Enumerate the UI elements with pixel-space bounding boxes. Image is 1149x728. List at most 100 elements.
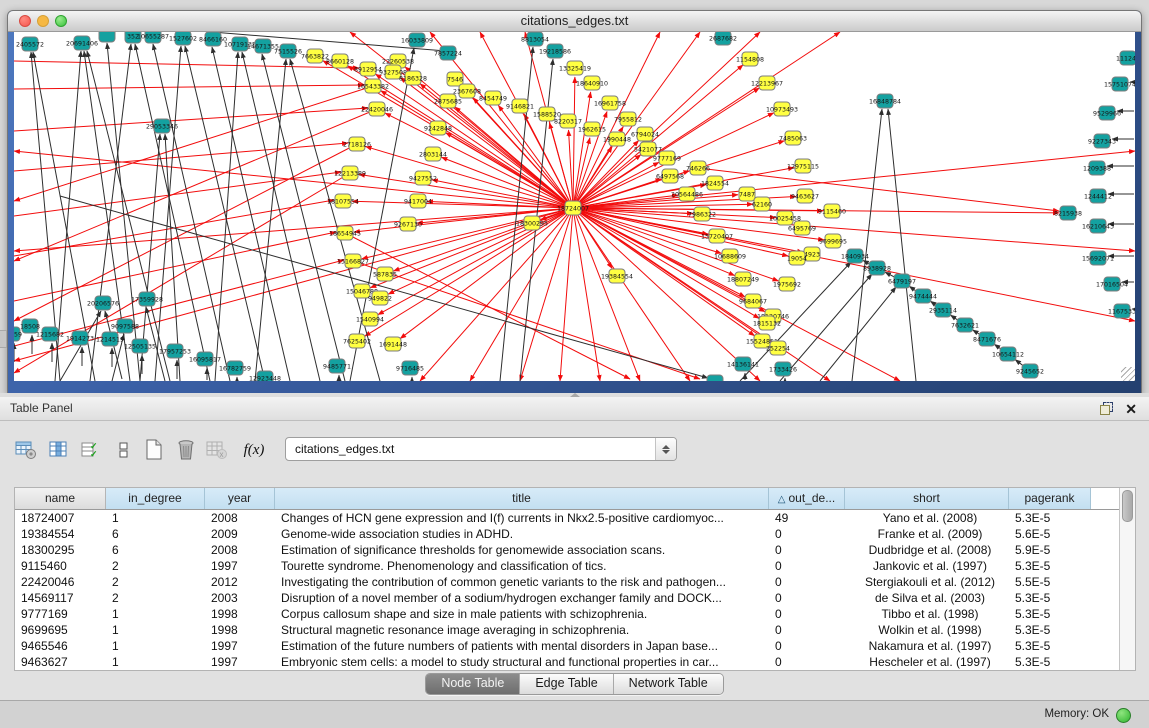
minimize-window-button[interactable] bbox=[37, 15, 49, 27]
dropdown-stepper-icon[interactable] bbox=[655, 438, 676, 460]
table-cell[interactable]: 5.9E-5 bbox=[1009, 542, 1091, 558]
table-cell[interactable]: 9699695 bbox=[15, 622, 106, 638]
table-cell[interactable]: 18300295 bbox=[15, 542, 106, 558]
table-cell[interactable]: 0 bbox=[769, 606, 845, 622]
table-cell[interactable]: 0 bbox=[769, 558, 845, 574]
zoom-window-button[interactable] bbox=[55, 15, 67, 27]
trash-icon[interactable] bbox=[172, 435, 200, 465]
table-dropdown[interactable]: citations_edges.txt bbox=[285, 437, 677, 461]
table-cell[interactable]: 1997 bbox=[205, 654, 275, 670]
table-cell[interactable]: Structural magnetic resonance image aver… bbox=[275, 622, 769, 638]
table-cell[interactable]: 0 bbox=[769, 638, 845, 654]
table-columns-icon[interactable] bbox=[45, 435, 73, 465]
table-cell[interactable]: 1997 bbox=[205, 638, 275, 654]
table-cell[interactable]: 9777169 bbox=[15, 606, 106, 622]
table-settings-icon[interactable] bbox=[12, 435, 40, 465]
graph-node[interactable] bbox=[707, 375, 723, 381]
memory-ok-icon[interactable] bbox=[1116, 708, 1131, 723]
table-row[interactable]: 946554611997Estimation of the future num… bbox=[15, 638, 1135, 654]
scrollbar-thumb[interactable] bbox=[1122, 490, 1133, 522]
table-cell[interactable]: Stergiakouli et al. (2012) bbox=[845, 574, 1009, 590]
table-cell[interactable]: 1997 bbox=[205, 558, 275, 574]
table-cell[interactable]: Disruption of a novel member of a sodium… bbox=[275, 590, 769, 606]
table-select-icon[interactable]: ✓✓ bbox=[77, 435, 105, 465]
table-cell[interactable]: Tourette syndrome. Phenomenology and cla… bbox=[275, 558, 769, 574]
table-cell[interactable]: 9463627 bbox=[15, 654, 106, 670]
table-cell[interactable]: 5.3E-5 bbox=[1009, 606, 1091, 622]
table-cell[interactable]: 5.3E-5 bbox=[1009, 638, 1091, 654]
table-cell[interactable]: 2008 bbox=[205, 542, 275, 558]
new-table-icon[interactable] bbox=[140, 435, 168, 465]
table-cell[interactable]: 2 bbox=[106, 558, 205, 574]
column-header-short[interactable]: short bbox=[845, 488, 1009, 509]
table-cell[interactable]: 0 bbox=[769, 622, 845, 638]
table-cell[interactable]: Investigating the contribution of common… bbox=[275, 574, 769, 590]
table-cell[interactable]: 18724007 bbox=[15, 510, 106, 526]
table-cell[interactable]: 1 bbox=[106, 654, 205, 670]
table-cell[interactable]: 1 bbox=[106, 606, 205, 622]
table-cell[interactable]: 5.3E-5 bbox=[1009, 510, 1091, 526]
table-cell[interactable]: Embryonic stem cells: a model to study s… bbox=[275, 654, 769, 670]
table-cell[interactable]: Jankovic et al. (1997) bbox=[845, 558, 1009, 574]
table-cell[interactable]: 49 bbox=[769, 510, 845, 526]
table-row[interactable]: 1456911722003Disruption of a novel membe… bbox=[15, 590, 1135, 606]
table-cell[interactable]: 1998 bbox=[205, 606, 275, 622]
table-row[interactable]: 911546021997Tourette syndrome. Phenomeno… bbox=[15, 558, 1135, 574]
table-cell[interactable]: 0 bbox=[769, 542, 845, 558]
column-header-in_degree[interactable]: in_degree bbox=[106, 488, 205, 509]
table-cell[interactable]: 0 bbox=[769, 654, 845, 670]
column-header-name[interactable]: name bbox=[15, 488, 106, 509]
table-cell[interactable]: Wolkin et al. (1998) bbox=[845, 622, 1009, 638]
tab-edge-table[interactable]: Edge Table bbox=[519, 674, 612, 694]
close-panel-icon[interactable]: ✕ bbox=[1125, 402, 1137, 416]
column-header-pagerank[interactable]: pagerank bbox=[1009, 488, 1091, 509]
table-cell[interactable]: 0 bbox=[769, 590, 845, 606]
table-rows-icon[interactable] bbox=[110, 435, 138, 465]
table-cell[interactable]: 1998 bbox=[205, 622, 275, 638]
vertical-scrollbar[interactable] bbox=[1119, 488, 1135, 670]
table-row[interactable]: 969969511998Structural magnetic resonanc… bbox=[15, 622, 1135, 638]
table-cell[interactable]: 6 bbox=[106, 542, 205, 558]
table-cell[interactable]: Yano et al. (2008) bbox=[845, 510, 1009, 526]
column-header-year[interactable]: year bbox=[205, 488, 275, 509]
table-cell[interactable]: 2012 bbox=[205, 574, 275, 590]
table-cell[interactable]: Dudbridge et al. (2008) bbox=[845, 542, 1009, 558]
table-cell[interactable]: Corpus callosum shape and size in male p… bbox=[275, 606, 769, 622]
table-cell[interactable]: 5.3E-5 bbox=[1009, 622, 1091, 638]
table-cell[interactable]: 1 bbox=[106, 622, 205, 638]
table-cell[interactable]: 2008 bbox=[205, 510, 275, 526]
table-row[interactable]: 1830029562008Estimation of significance … bbox=[15, 542, 1135, 558]
table-cell[interactable]: Hescheler et al. (1997) bbox=[845, 654, 1009, 670]
table-cell[interactable]: Changes of HCN gene expression and I(f) … bbox=[275, 510, 769, 526]
table-cell[interactable]: 2003 bbox=[205, 590, 275, 606]
table-cell[interactable]: 2 bbox=[106, 574, 205, 590]
table-cell[interactable]: 14569117 bbox=[15, 590, 106, 606]
table-row[interactable]: 2242004622012Investigating the contribut… bbox=[15, 574, 1135, 590]
table-row[interactable]: 977716911998Corpus callosum shape and si… bbox=[15, 606, 1135, 622]
table-cell[interactable]: 0 bbox=[769, 574, 845, 590]
table-cell[interactable]: 2009 bbox=[205, 526, 275, 542]
table-cell[interactable]: 22420046 bbox=[15, 574, 106, 590]
table-cell[interactable]: 5.3E-5 bbox=[1009, 590, 1091, 606]
table-cell[interactable]: Estimation of the future numbers of pati… bbox=[275, 638, 769, 654]
table-cell[interactable]: 9465546 bbox=[15, 638, 106, 654]
table-cell[interactable]: Tibbo et al. (1998) bbox=[845, 606, 1009, 622]
table-cell[interactable]: 5.5E-5 bbox=[1009, 574, 1091, 590]
table-cell[interactable]: 1 bbox=[106, 638, 205, 654]
table-cell[interactable]: 2 bbox=[106, 590, 205, 606]
table-cell[interactable]: 6 bbox=[106, 526, 205, 542]
tab-network-table[interactable]: Network Table bbox=[613, 674, 723, 694]
graph-node[interactable] bbox=[99, 32, 115, 42]
table-cell[interactable]: Genome-wide association studies in ADHD. bbox=[275, 526, 769, 542]
column-header-title[interactable]: title bbox=[275, 488, 769, 509]
table-cell[interactable]: 0 bbox=[769, 526, 845, 542]
window-titlebar[interactable]: citations_edges.txt bbox=[8, 11, 1141, 32]
table-cell[interactable]: 1 bbox=[106, 510, 205, 526]
column-header-out_de[interactable]: △out_de... bbox=[769, 488, 845, 509]
resize-grip[interactable] bbox=[1121, 367, 1135, 381]
float-panel-icon[interactable] bbox=[1100, 402, 1113, 415]
table-row[interactable]: 1872400712008Changes of HCN gene express… bbox=[15, 510, 1135, 526]
table-cell[interactable]: 5.6E-5 bbox=[1009, 526, 1091, 542]
table-cell[interactable]: 5.3E-5 bbox=[1009, 654, 1091, 670]
table-cell[interactable]: 19384554 bbox=[15, 526, 106, 542]
